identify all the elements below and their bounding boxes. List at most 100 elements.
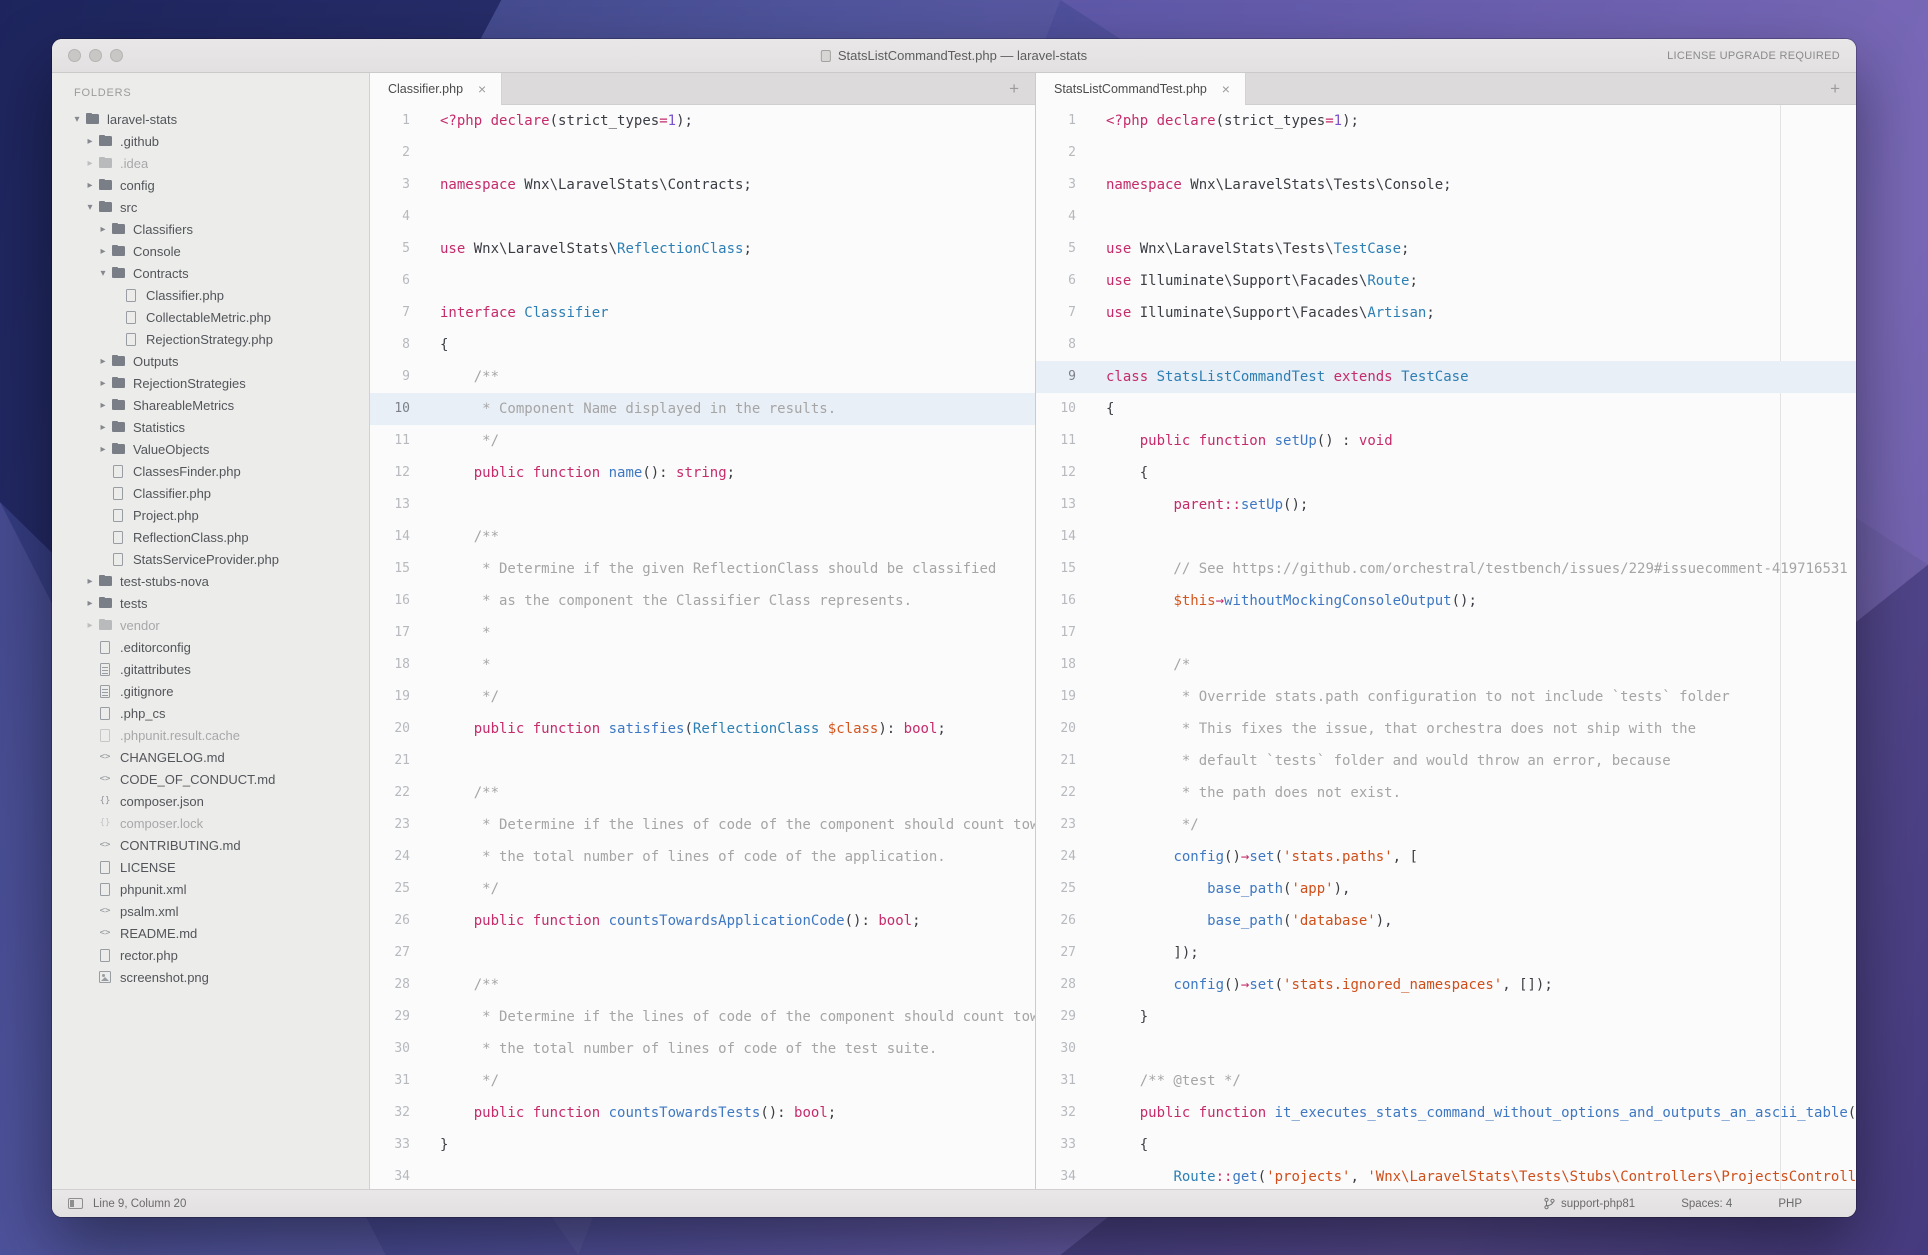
file-item[interactable]: Project.php — [52, 504, 369, 526]
cursor-position[interactable]: Line 9, Column 20 — [93, 1198, 186, 1210]
file-item[interactable]: <>CODE_OF_CONDUCT.md — [52, 768, 369, 790]
code-line[interactable]: 6 — [370, 265, 1035, 297]
folder-item[interactable]: ▸.github — [52, 130, 369, 152]
zoom-window-button[interactable] — [110, 49, 123, 62]
code-line[interactable]: 2 — [1036, 137, 1856, 169]
disclosure-collapsed-icon[interactable]: ▸ — [83, 136, 97, 147]
code-line[interactable]: 15 // See https://github.com/orchestral/… — [1036, 553, 1856, 585]
code-line[interactable]: 28 /** — [370, 969, 1035, 1001]
code-line[interactable]: 22 /** — [370, 777, 1035, 809]
code-line[interactable]: 3namespace Wnx\LaravelStats\Contracts; — [370, 169, 1035, 201]
code-line[interactable]: 23 */ — [1036, 809, 1856, 841]
code-line[interactable]: 4 — [370, 201, 1035, 233]
folder-item[interactable]: ▸Console — [52, 240, 369, 262]
file-item[interactable]: phpunit.xml — [52, 878, 369, 900]
minimize-window-button[interactable] — [89, 49, 102, 62]
folder-item[interactable]: ▸tests — [52, 592, 369, 614]
code-line[interactable]: 9class StatsListCommandTest extends Test… — [1036, 361, 1856, 393]
tab-classifier-php[interactable]: Classifier.php × — [370, 73, 502, 105]
code-line[interactable]: 18 /* — [1036, 649, 1856, 681]
file-item[interactable]: Classifier.php — [52, 284, 369, 306]
code-line[interactable]: 28 config()→set('stats.ignored_namespace… — [1036, 969, 1856, 1001]
disclosure-collapsed-icon[interactable]: ▸ — [96, 246, 110, 257]
folder-item[interactable]: ▸ValueObjects — [52, 438, 369, 460]
code-line[interactable]: 21 — [370, 745, 1035, 777]
file-item[interactable]: screenshot.png — [52, 966, 369, 988]
file-item[interactable]: CollectableMetric.php — [52, 306, 369, 328]
code-line[interactable]: 10{ — [1036, 393, 1856, 425]
code-line[interactable]: 25 base_path('app'), — [1036, 873, 1856, 905]
code-line[interactable]: 27 — [370, 937, 1035, 969]
git-branch[interactable]: support-php81 — [1544, 1197, 1635, 1210]
code-line[interactable]: 14 /** — [370, 521, 1035, 553]
code-line[interactable]: 30 — [1036, 1033, 1856, 1065]
code-line[interactable]: 25 */ — [370, 873, 1035, 905]
folder-item[interactable]: ▸vendor — [52, 614, 369, 636]
folder-item[interactable]: ▸Statistics — [52, 416, 369, 438]
close-tab-icon[interactable]: × — [1219, 82, 1233, 96]
disclosure-collapsed-icon[interactable]: ▸ — [83, 598, 97, 609]
folder-item[interactable]: ▸.idea — [52, 152, 369, 174]
code-line[interactable]: 21 * default `tests` folder and would th… — [1036, 745, 1856, 777]
file-item[interactable]: Classifier.php — [52, 482, 369, 504]
folder-item[interactable]: ▸RejectionStrategies — [52, 372, 369, 394]
disclosure-expanded-icon[interactable]: ▾ — [96, 268, 110, 279]
code-line[interactable]: 33 { — [1036, 1129, 1856, 1161]
disclosure-collapsed-icon[interactable]: ▸ — [96, 444, 110, 455]
disclosure-collapsed-icon[interactable]: ▸ — [96, 356, 110, 367]
file-item[interactable]: .phpunit.result.cache — [52, 724, 369, 746]
code-line[interactable]: 7interface Classifier — [370, 297, 1035, 329]
folder-item[interactable]: ▸ShareableMetrics — [52, 394, 369, 416]
new-tab-button[interactable]: + — [1814, 80, 1856, 97]
disclosure-collapsed-icon[interactable]: ▸ — [96, 378, 110, 389]
code-line[interactable]: 26 public function countsTowardsApplicat… — [370, 905, 1035, 937]
folder-item[interactable]: ▾src — [52, 196, 369, 218]
code-line[interactable]: 2 — [370, 137, 1035, 169]
file-item[interactable]: {}composer.json — [52, 790, 369, 812]
code-line[interactable]: 5use Wnx\LaravelStats\ReflectionClass; — [370, 233, 1035, 265]
file-item[interactable]: <>README.md — [52, 922, 369, 944]
file-item[interactable]: rector.php — [52, 944, 369, 966]
disclosure-collapsed-icon[interactable]: ▸ — [83, 620, 97, 631]
code-line[interactable]: 5use Wnx\LaravelStats\Tests\TestCase; — [1036, 233, 1856, 265]
disclosure-collapsed-icon[interactable]: ▸ — [96, 400, 110, 411]
code-line[interactable]: 10 * Component Name displayed in the res… — [370, 393, 1035, 425]
tab-statslistcommandtest-php[interactable]: StatsListCommandTest.php × — [1036, 73, 1246, 105]
file-item[interactable]: <>CONTRIBUTING.md — [52, 834, 369, 856]
code-line[interactable]: 17 — [1036, 617, 1856, 649]
folder-item[interactable]: ▾Contracts — [52, 262, 369, 284]
code-line[interactable]: 32 public function countsTowardsTests():… — [370, 1097, 1035, 1129]
code-line[interactable]: 13 — [370, 489, 1035, 521]
syntax-mode[interactable]: PHP — [1778, 1198, 1802, 1210]
folder-item[interactable]: ▸config — [52, 174, 369, 196]
file-item[interactable]: StatsServiceProvider.php — [52, 548, 369, 570]
code-editor-left[interactable]: 1<?php declare(strict_types=1);23namespa… — [370, 105, 1035, 1189]
code-line[interactable]: 16 * as the component the Classifier Cla… — [370, 585, 1035, 617]
close-window-button[interactable] — [68, 49, 81, 62]
folder-item[interactable]: ▾laravel-stats — [52, 108, 369, 130]
code-line[interactable]: 14 — [1036, 521, 1856, 553]
file-item[interactable]: <>CHANGELOG.md — [52, 746, 369, 768]
code-line[interactable]: 12 { — [1036, 457, 1856, 489]
code-line[interactable]: 26 base_path('database'), — [1036, 905, 1856, 937]
disclosure-collapsed-icon[interactable]: ▸ — [83, 576, 97, 587]
code-line[interactable]: 12 public function name(): string; — [370, 457, 1035, 489]
disclosure-collapsed-icon[interactable]: ▸ — [83, 158, 97, 169]
file-item[interactable]: RejectionStrategy.php — [52, 328, 369, 350]
title-bar[interactable]: StatsListCommandTest.php — laravel-stats… — [52, 39, 1856, 73]
file-item[interactable]: ClassesFinder.php — [52, 460, 369, 482]
code-line[interactable]: 23 * Determine if the lines of code of t… — [370, 809, 1035, 841]
code-line[interactable]: 20 public function satisfies(ReflectionC… — [370, 713, 1035, 745]
code-line[interactable]: 9 /** — [370, 361, 1035, 393]
file-item[interactable]: .editorconfig — [52, 636, 369, 658]
code-line[interactable]: 4 — [1036, 201, 1856, 233]
folder-item[interactable]: ▸Outputs — [52, 350, 369, 372]
code-line[interactable]: 29 } — [1036, 1001, 1856, 1033]
code-line[interactable]: 24 * the total number of lines of code o… — [370, 841, 1035, 873]
disclosure-collapsed-icon[interactable]: ▸ — [83, 180, 97, 191]
disclosure-collapsed-icon[interactable]: ▸ — [96, 422, 110, 433]
license-upgrade-label[interactable]: LICENSE UPGRADE REQUIRED — [1667, 50, 1840, 62]
disclosure-collapsed-icon[interactable]: ▸ — [96, 224, 110, 235]
code-line[interactable]: 22 * the path does not exist. — [1036, 777, 1856, 809]
file-item[interactable]: .gitignore — [52, 680, 369, 702]
